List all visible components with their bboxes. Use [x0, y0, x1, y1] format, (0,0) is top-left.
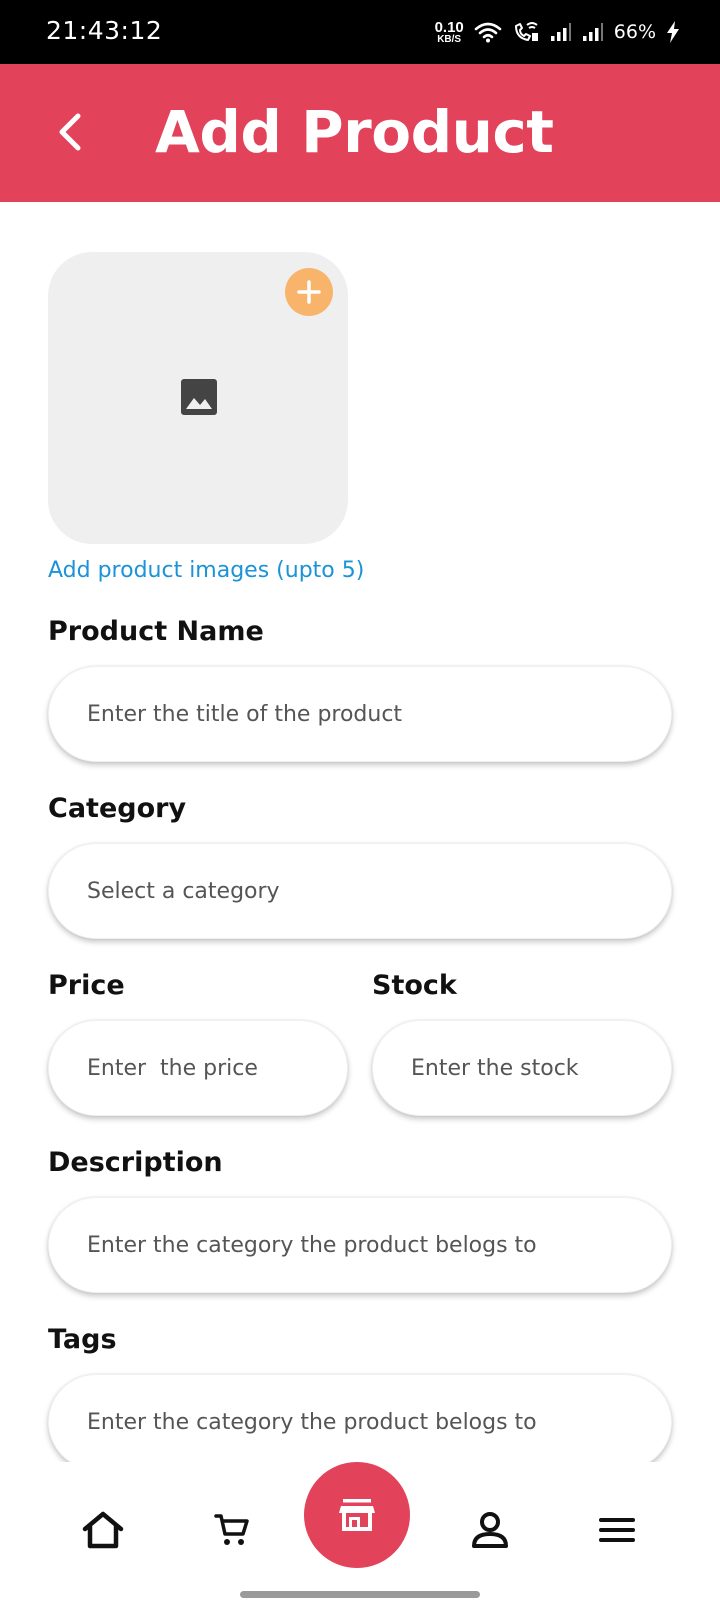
add-image-button[interactable]	[285, 268, 333, 316]
plus-icon	[297, 280, 321, 304]
wifi-calling-icon	[514, 22, 538, 41]
home-icon	[82, 1511, 124, 1549]
status-icons: 0.10 KB/S 66%	[435, 14, 680, 50]
charging-icon	[667, 21, 679, 43]
nav-store[interactable]	[304, 1462, 410, 1568]
description-input[interactable]	[49, 1198, 671, 1292]
page-title: Add Product	[155, 98, 554, 166]
product-name-field[interactable]	[48, 666, 672, 762]
signal-2-icon	[582, 23, 603, 41]
price-label: Price	[48, 970, 125, 1001]
battery-level: 66%	[613, 21, 656, 43]
network-speed-value: 0.10	[434, 18, 464, 36]
network-speed: 0.10 KB/S	[435, 20, 464, 45]
tags-label: Tags	[48, 1324, 117, 1355]
category-field[interactable]	[48, 843, 672, 939]
category-select[interactable]	[49, 844, 671, 938]
stock-label: Stock	[372, 970, 457, 1001]
category-label: Category	[48, 793, 187, 824]
image-placeholder-icon	[181, 379, 217, 415]
status-time: 21:43:12	[46, 16, 163, 45]
signal-1-icon	[550, 23, 571, 41]
cart-icon	[214, 1514, 249, 1545]
home-indicator[interactable]	[240, 1591, 480, 1598]
status-bar: 21:43:12 0.10 KB/S 66%	[0, 0, 720, 64]
nav-menu[interactable]	[591, 1504, 643, 1556]
price-field[interactable]	[48, 1020, 348, 1116]
price-input[interactable]	[49, 1021, 347, 1115]
store-icon	[339, 1499, 375, 1531]
stock-field[interactable]	[372, 1020, 672, 1116]
nav-profile[interactable]	[464, 1504, 516, 1556]
product-name-label: Product Name	[48, 616, 264, 647]
app-bar: Add Product	[0, 64, 720, 202]
description-label: Description	[48, 1147, 223, 1178]
profile-icon	[472, 1512, 508, 1548]
tags-input[interactable]	[49, 1375, 671, 1469]
back-button[interactable]	[40, 102, 100, 162]
description-field[interactable]	[48, 1197, 672, 1293]
menu-icon	[599, 1518, 635, 1542]
network-speed-unit: KB/S	[437, 33, 462, 45]
nav-home[interactable]	[77, 1504, 129, 1556]
image-upload-hint[interactable]: Add product images (upto 5)	[48, 558, 364, 583]
nav-cart[interactable]	[206, 1504, 258, 1556]
tags-field[interactable]	[48, 1374, 672, 1470]
back-arrow-icon	[59, 113, 81, 151]
product-name-input[interactable]	[49, 667, 671, 761]
stock-input[interactable]	[373, 1021, 671, 1115]
wifi-icon	[474, 22, 502, 43]
